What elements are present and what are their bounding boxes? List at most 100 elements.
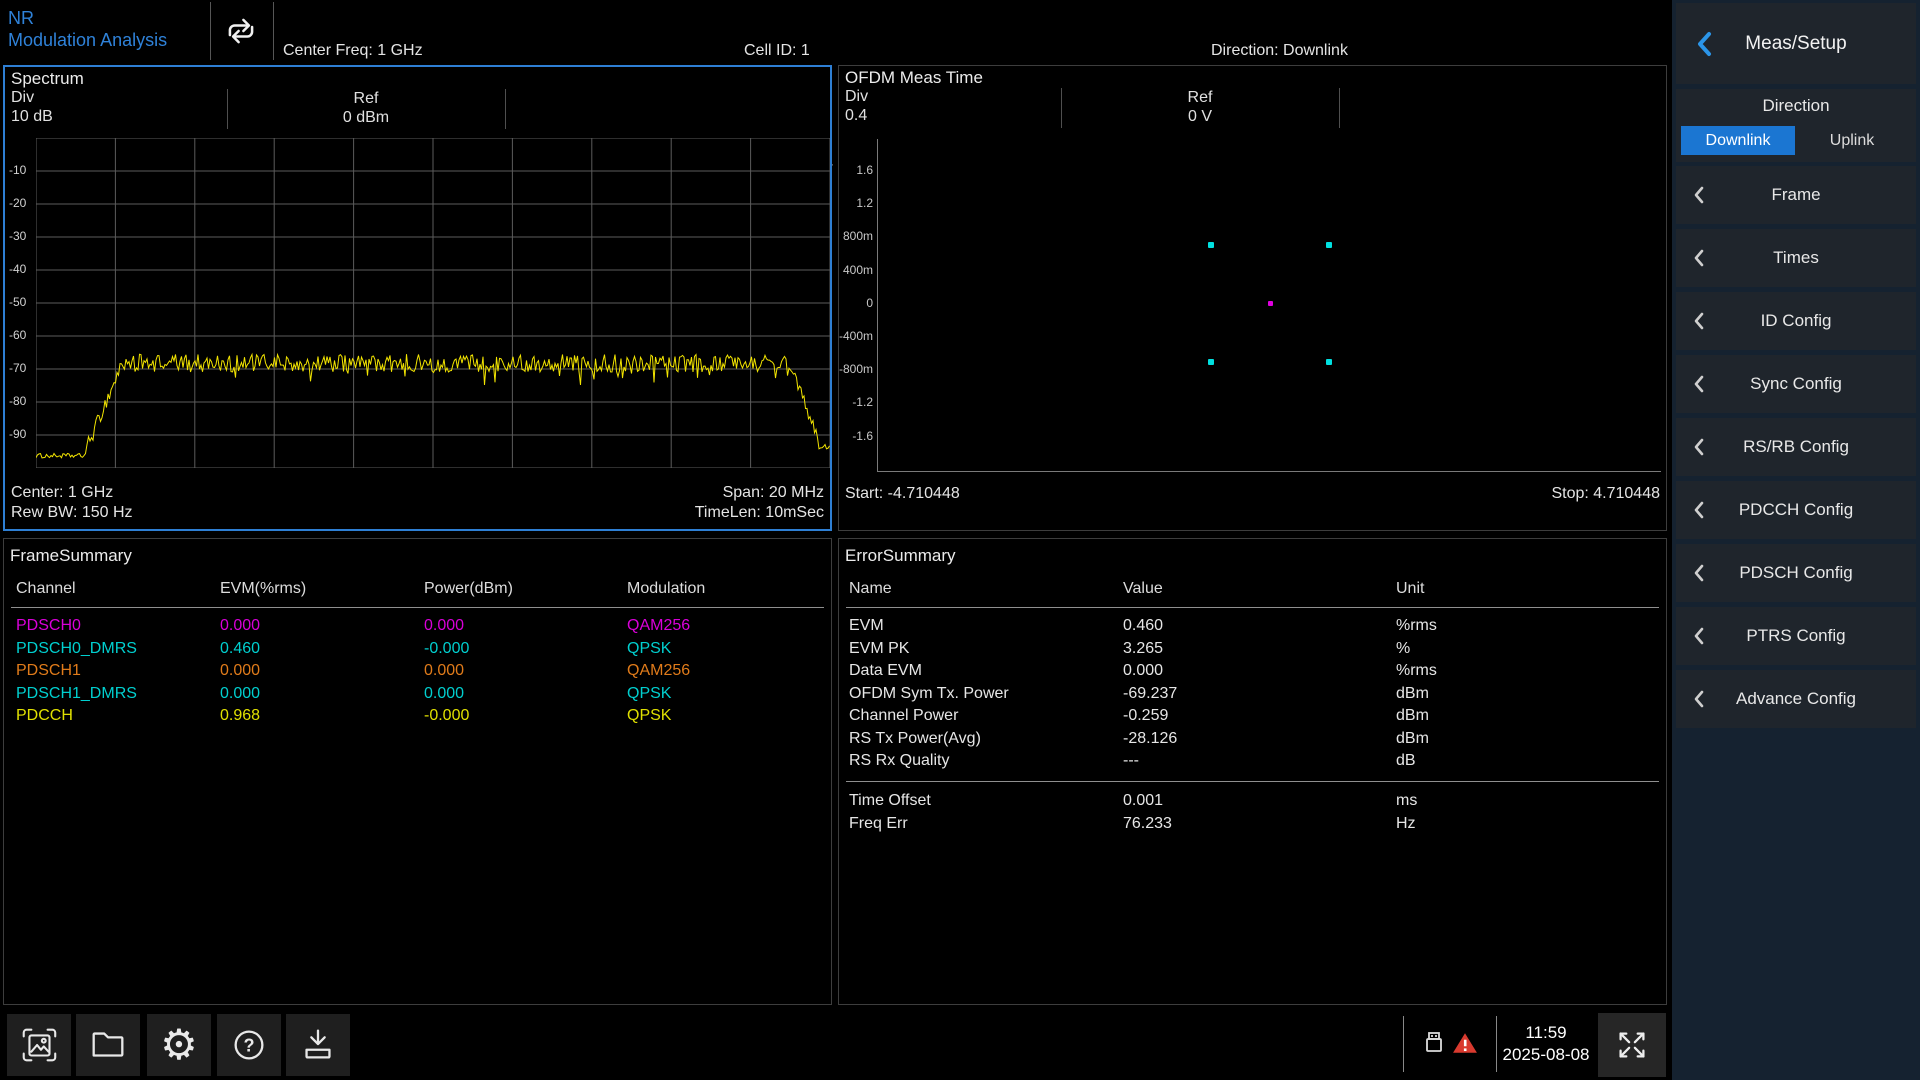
constellation-point: [1326, 242, 1332, 248]
rbw-annotation: Rew BW: 150 Hz: [11, 503, 133, 523]
cell-id-readout: Cell ID: 1: [744, 41, 833, 60]
gear-icon: ⚙: [160, 1024, 198, 1066]
frame-summary-row: PDSCH1_DMRS0.0000.000QPSK: [4, 685, 831, 707]
frame-summary-row: PDSCH00.0000.000QAM256: [4, 617, 831, 639]
error-summary-row: Time Offset0.001ms: [839, 792, 1666, 814]
sidebar-item-times[interactable]: Times: [1676, 229, 1916, 287]
name-cell: Time Offset: [849, 792, 931, 810]
constellation-y-tick-label: -1.6: [839, 429, 873, 443]
unit-cell: Hz: [1396, 815, 1416, 833]
divider: [11, 607, 824, 608]
save-icon: [297, 1024, 339, 1066]
name-cell: RS Tx Power(Avg): [849, 730, 981, 748]
frame-summary-panel[interactable]: FrameSummary Channel EVM(%rms) Power(dBm…: [3, 538, 832, 1005]
spectrum-trace: [36, 138, 830, 468]
spectrum-y-tick-label: -20: [9, 196, 26, 210]
div-label: Div: [11, 89, 34, 107]
modulation-cell: QPSK: [627, 707, 671, 725]
spectrum-y-tick-label: -70: [9, 361, 26, 375]
frame-summary-row: PDSCH0_DMRS0.460-0.000QPSK: [4, 640, 831, 662]
power-cell: -0.000: [424, 707, 469, 725]
direction-section-label: Direction: [1676, 96, 1916, 116]
sidebar-item-id-config[interactable]: ID Config: [1676, 292, 1916, 350]
constellation-point: [1268, 301, 1273, 306]
repeat-icon: [222, 10, 260, 52]
stop-annotation: Stop: 4.710448: [1551, 484, 1660, 504]
direction-section: Direction DownlinkUplink: [1676, 89, 1916, 162]
div-value: 0.4: [845, 107, 867, 125]
spectrum-panel[interactable]: Spectrum Div 10 dB Ref 0 dBm -10-20-30-4…: [3, 65, 832, 531]
column-header: Value: [1123, 580, 1163, 598]
instrument-screen: NR Modulation Analysis Center Freq: 1 GH…: [0, 0, 1920, 1080]
error-summary-row: EVM PK3.265%: [839, 640, 1666, 662]
sidebar-item-sync-config[interactable]: Sync Config: [1676, 355, 1916, 413]
sidebar-item-pdcch-config[interactable]: PDCCH Config: [1676, 481, 1916, 539]
div-value: 10 dB: [11, 108, 53, 126]
chevron-left-icon: [1693, 438, 1705, 461]
frame-summary-row: PDCCH0.968-0.000QPSK: [4, 707, 831, 729]
sidebar-item-advance-config[interactable]: Advance Config: [1676, 670, 1916, 728]
constellation-x-axis: [877, 471, 1661, 472]
sidebar-item-ptrs-config[interactable]: PTRS Config: [1676, 607, 1916, 665]
sidebar-item-label: PDCCH Config: [1739, 500, 1853, 520]
save-button[interactable]: [286, 1014, 350, 1076]
value-cell: -0.259: [1123, 707, 1168, 725]
unit-cell: %: [1396, 640, 1410, 658]
sidebar-item-label: Advance Config: [1736, 689, 1856, 709]
modulation-cell: QAM256: [627, 662, 690, 680]
column-header: EVM(%rms): [220, 580, 306, 598]
sidebar-item-pdsch-config[interactable]: PDSCH Config: [1676, 544, 1916, 602]
meas-setup-label: Meas/Setup: [1745, 33, 1846, 55]
help-icon: ?: [228, 1024, 270, 1066]
ref-label: Ref: [1061, 88, 1339, 107]
start-annotation: Start: -4.710448: [845, 484, 960, 504]
divider: [273, 2, 274, 60]
channel-cell: PDCCH: [16, 707, 73, 725]
direction-option-uplink[interactable]: Uplink: [1795, 126, 1909, 155]
help-button[interactable]: ?: [217, 1014, 281, 1076]
sidebar-item-label: Times: [1773, 248, 1819, 268]
center-annotation: Center: 1 GHz: [11, 483, 133, 503]
continuous-sweep-icon[interactable]: [216, 8, 266, 54]
value-cell: -28.126: [1123, 730, 1177, 748]
expand-arrows-icon: [1613, 1026, 1651, 1064]
fullscreen-button[interactable]: [1598, 1013, 1666, 1077]
app-title: NR Modulation Analysis: [8, 7, 167, 51]
channel-cell: PDSCH1_DMRS: [16, 685, 137, 703]
evm-cell: 0.000: [220, 662, 260, 680]
spectrum-footer-left: Center: 1 GHz Rew BW: 150 Hz: [11, 483, 133, 523]
sidebar-item-rs-rb-config[interactable]: RS/RB Config: [1676, 418, 1916, 476]
channel-cell: PDSCH0: [16, 617, 81, 635]
ofdm-meas-time-panel[interactable]: OFDM Meas Time Div 0.4 Ref 0 V 1.61.2800…: [838, 65, 1667, 531]
direction-option-downlink[interactable]: Downlink: [1681, 126, 1795, 155]
ref-readout: Ref 0 dBm: [227, 89, 505, 127]
divider: [846, 781, 1659, 782]
column-header: Unit: [1396, 580, 1424, 598]
unit-cell: dBm: [1396, 685, 1429, 703]
warning-icon: [1452, 1031, 1478, 1055]
spectrum-panel-title: Spectrum: [11, 69, 84, 89]
meas-setup-menu-header[interactable]: Meas/Setup: [1676, 3, 1916, 84]
constellation-y-tick-label: -400m: [839, 329, 873, 343]
error-summary-row: RS Tx Power(Avg)-28.126dBm: [839, 730, 1666, 752]
value-cell: 0.000: [1123, 662, 1163, 680]
constellation-y-tick-label: 1.2: [839, 196, 873, 210]
error-summary-row: EVM0.460%rms: [839, 617, 1666, 639]
constellation-y-axis: [877, 139, 878, 471]
sidebar-item-frame[interactable]: Frame: [1676, 166, 1916, 224]
file-open-button[interactable]: [76, 1014, 140, 1076]
sidebar-item-label: ID Config: [1761, 311, 1832, 331]
unit-cell: %rms: [1396, 662, 1437, 680]
folder-icon: [87, 1024, 129, 1066]
channel-cell: PDSCH1: [16, 662, 81, 680]
timelen-annotation: TimeLen: 10mSec: [695, 503, 824, 523]
screenshot-button[interactable]: [7, 1014, 71, 1076]
error-summary-panel[interactable]: ErrorSummary Name Value Unit EVM0.460%rm…: [838, 538, 1667, 1005]
value-cell: -69.237: [1123, 685, 1177, 703]
channel-cell: PDSCH0_DMRS: [16, 640, 137, 658]
column-header: Modulation: [627, 580, 705, 598]
clock: 11:59 2025-08-08: [1498, 1022, 1594, 1066]
constellation-y-tick-label: -800m: [839, 362, 873, 376]
spectrum-y-tick-label: -60: [9, 328, 26, 342]
settings-button[interactable]: ⚙: [147, 1014, 211, 1076]
